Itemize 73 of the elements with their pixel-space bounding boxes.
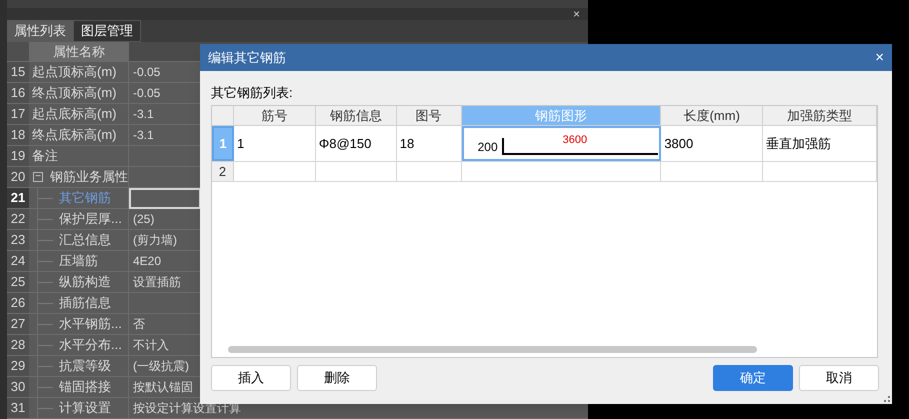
property-value: 不计入 <box>132 337 169 354</box>
property-name: 压墙筋 <box>59 252 98 270</box>
column-header[interactable]: 钢筋信息 <box>316 106 397 125</box>
row-number[interactable]: 2 <box>212 162 234 181</box>
property-name: 锚固搭接 <box>59 378 111 396</box>
property-name: 插筋信息 <box>59 294 111 312</box>
value-field[interactable] <box>129 188 201 208</box>
property-value: (剪力墙) <box>132 232 177 249</box>
property-value: 否 <box>132 316 145 333</box>
property-name: 纵筋构造 <box>59 273 111 292</box>
row-number: 17 <box>7 104 29 124</box>
dialog-button[interactable]: 删除 <box>297 365 377 391</box>
column-header[interactable]: 长度(mm) <box>661 106 764 125</box>
property-value: -3.1 <box>132 127 154 144</box>
row-number: 29 <box>7 356 29 376</box>
property-value: 设置插筋 <box>132 274 181 291</box>
tab[interactable]: 图层管理 <box>73 20 141 42</box>
row-number: 24 <box>7 251 29 271</box>
scrollbar[interactable] <box>228 346 757 353</box>
property-name: 起点底标高(m) <box>32 105 116 124</box>
row-number: 28 <box>7 335 29 355</box>
dialog-button[interactable]: 确定 <box>713 365 793 391</box>
bar-length: 3600 <box>562 133 588 148</box>
row-number: 25 <box>7 272 29 292</box>
row-number: 30 <box>7 377 29 397</box>
property-name: 水平分布... <box>59 336 122 354</box>
table-cell-text: 1 <box>236 134 244 153</box>
table-cell-text: 18 <box>398 134 414 153</box>
column-header: 属性名称 <box>29 42 129 61</box>
property-value: -3.1 <box>132 106 154 123</box>
column-header[interactable]: 加强筋类型 <box>763 106 877 125</box>
row-number: 22 <box>7 209 29 229</box>
row-number: 23 <box>7 230 29 250</box>
collapse-toggle[interactable]: − <box>33 172 43 182</box>
property-name: 钢筋业务属性 <box>50 168 128 186</box>
close-button[interactable]: × <box>875 50 884 65</box>
row-number: 19 <box>7 146 29 166</box>
property-name: 计算设置 <box>59 399 111 418</box>
column-header[interactable]: 筋号 <box>234 106 316 125</box>
property-name: 备注 <box>32 147 58 166</box>
list-label: 其它钢筋列表: <box>211 84 294 102</box>
row-number: 15 <box>7 62 29 82</box>
close-button[interactable]: × <box>572 8 580 20</box>
table-cell-text: 3800 <box>663 134 694 153</box>
row-number: 27 <box>7 314 29 334</box>
property-name: 起点顶标高(m) <box>32 63 116 82</box>
row-number: 21 <box>7 188 29 208</box>
tab[interactable]: 属性列表 <box>7 20 73 42</box>
row-number: 16 <box>7 83 29 103</box>
resize-grip-icon[interactable] <box>884 396 890 402</box>
dialog-title: 编辑其它钢筋 <box>208 48 286 67</box>
property-name: 其它钢筋 <box>59 189 111 208</box>
property-value: (25) <box>132 211 154 228</box>
property-value: (一级抗震) <box>132 358 189 375</box>
property-name: 汇总信息 <box>59 231 111 250</box>
dialog-button[interactable]: 插入 <box>211 365 291 391</box>
property-name: 水平钢筋... <box>59 315 122 334</box>
row-number: 20 <box>7 167 29 187</box>
property-value: -0.05 <box>132 64 160 81</box>
property-value: -0.05 <box>132 85 160 102</box>
property-value: 按默认锚固 <box>132 379 193 396</box>
property-name: 抗震等级 <box>59 357 111 376</box>
property-name: 终点底标高(m) <box>32 126 116 144</box>
row-number: 18 <box>7 125 29 145</box>
row-number: 26 <box>7 293 29 313</box>
hook-length: 200 <box>478 138 498 156</box>
table-cell-text: Φ8@150 <box>318 134 372 153</box>
property-name: 保护层厚... <box>59 210 122 228</box>
property-name: 终点顶标高(m) <box>32 84 116 102</box>
table-cell-text: 垂直加强筋 <box>765 134 832 153</box>
property-value: 4E20 <box>132 253 162 270</box>
row-number: 31 <box>7 398 29 418</box>
dialog-button[interactable]: 取消 <box>799 365 879 391</box>
